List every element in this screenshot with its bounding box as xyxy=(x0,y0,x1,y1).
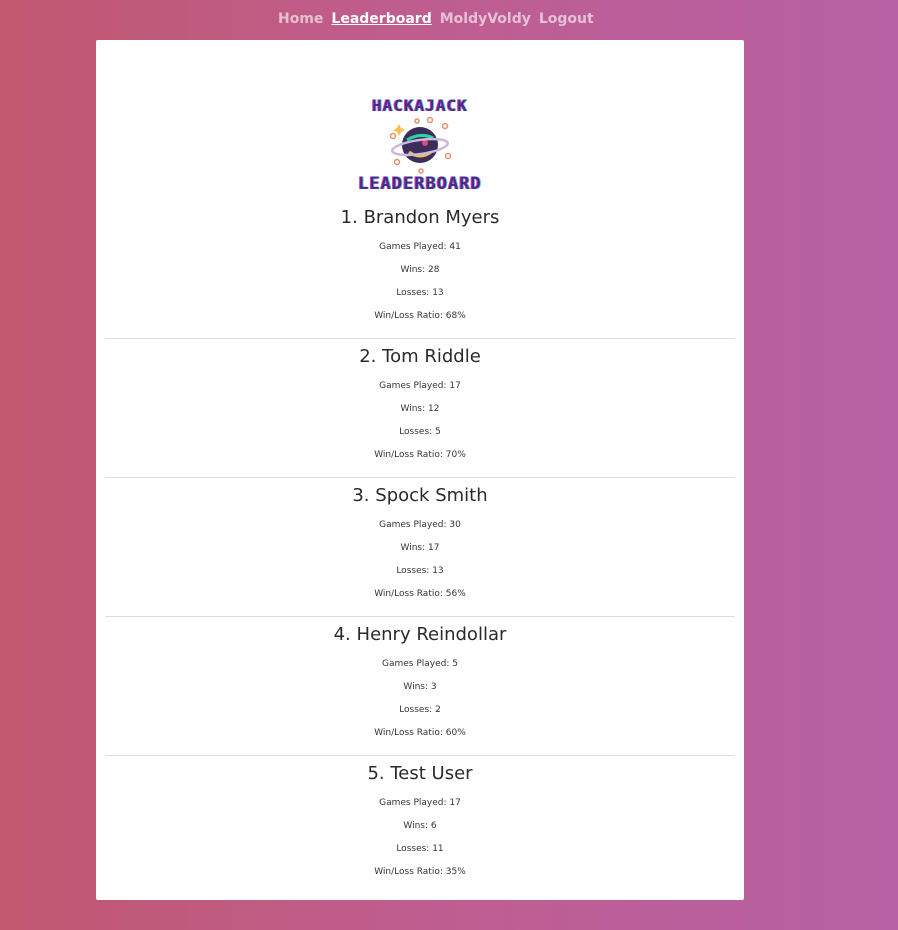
win-loss-ratio-label: Win/Loss Ratio: xyxy=(374,450,443,460)
leaderboard-entry: 3. Spock Smith Games Played: 30 Wins: 17… xyxy=(105,478,735,617)
wins-value: 17 xyxy=(428,543,440,553)
win-loss-ratio-label: Win/Loss Ratio: xyxy=(374,589,443,599)
leaderboard-entry: 5. Test User Games Played: 17 Wins: 6 Lo… xyxy=(105,756,735,894)
wins-value: 3 xyxy=(430,682,437,692)
leaderboard-entry: 1. Brandon Myers Games Played: 41 Wins: … xyxy=(105,200,735,339)
games-played-stat: Games Played: 41 xyxy=(105,236,735,259)
win-loss-ratio-value: 35% xyxy=(445,867,466,877)
planet-icon xyxy=(389,116,452,174)
win-loss-ratio-value: 60% xyxy=(445,728,466,738)
games-played-label: Games Played: xyxy=(379,520,447,530)
player-name-heading: 3. Spock Smith xyxy=(105,478,735,507)
wins-stat: Wins: 12 xyxy=(105,398,735,421)
wins-label: Wins: xyxy=(400,265,426,275)
losses-value: 2 xyxy=(435,705,441,715)
wins-label: Wins: xyxy=(403,682,429,692)
player-name: Spock Smith xyxy=(375,485,488,506)
leaderboard-list: 1. Brandon Myers Games Played: 41 Wins: … xyxy=(105,200,735,894)
logo-title-top: HACKAJACK xyxy=(372,96,468,115)
wins-stat: Wins: 6 xyxy=(105,815,735,838)
games-played-stat: Games Played: 17 xyxy=(105,375,735,398)
player-rank: 4. xyxy=(333,624,351,645)
losses-label: Losses: xyxy=(396,844,430,854)
losses-label: Losses: xyxy=(396,566,430,576)
wins-value: 28 xyxy=(428,265,440,275)
losses-value: 5 xyxy=(435,427,441,437)
logo-title-bottom: LEADERBOARD xyxy=(358,174,482,194)
losses-stat: Losses: 11 xyxy=(105,838,735,861)
losses-stat: Losses: 2 xyxy=(105,699,735,722)
win-loss-ratio-label: Win/Loss Ratio: xyxy=(374,311,443,321)
win-loss-ratio-stat: Win/Loss Ratio: 35% xyxy=(105,861,735,884)
player-name: Brandon Myers xyxy=(363,207,500,228)
games-played-stat: Games Played: 30 xyxy=(105,514,735,537)
player-name-heading: 1. Brandon Myers xyxy=(105,200,735,229)
leaderboard-card: HACKAJACK LEADERBOARD 1. Brandon Myers G… xyxy=(96,40,744,900)
player-name: Test User xyxy=(390,763,473,784)
leaderboard-entry: 2. Tom Riddle Games Played: 17 Wins: 12 … xyxy=(105,339,735,478)
player-name: Henry Reindollar xyxy=(356,624,507,645)
leaderboard-entry: 4. Henry Reindollar Games Played: 5 Wins… xyxy=(105,617,735,756)
wins-stat: Wins: 28 xyxy=(105,259,735,282)
win-loss-ratio-label: Win/Loss Ratio: xyxy=(374,728,443,738)
nav-home-link[interactable]: Home xyxy=(278,9,323,29)
losses-label: Losses: xyxy=(396,288,430,298)
wins-label: Wins: xyxy=(400,543,426,553)
losses-stat: Losses: 5 xyxy=(105,421,735,444)
win-loss-ratio-value: 70% xyxy=(445,450,466,460)
losses-value: 13 xyxy=(432,288,444,298)
games-played-label: Games Played: xyxy=(379,381,447,391)
wins-value: 6 xyxy=(430,821,437,831)
losses-label: Losses: xyxy=(399,705,433,715)
top-nav: Home Leaderboard MoldyVoldy Logout xyxy=(278,9,594,29)
losses-value: 13 xyxy=(432,566,444,576)
nav-moldyvoldy-link[interactable]: MoldyVoldy xyxy=(440,9,531,29)
games-played-label: Games Played: xyxy=(379,242,447,252)
games-played-value: 5 xyxy=(452,659,458,669)
nav-leaderboard-link[interactable]: Leaderboard xyxy=(331,9,431,29)
player-rank: 2. xyxy=(359,346,377,367)
player-name-heading: 2. Tom Riddle xyxy=(105,339,735,368)
games-played-stat: Games Played: 5 xyxy=(105,653,735,676)
player-rank: 1. xyxy=(340,207,358,228)
losses-stat: Losses: 13 xyxy=(105,560,735,583)
player-name: Tom Riddle xyxy=(382,346,481,367)
games-played-value: 17 xyxy=(449,381,461,391)
games-played-stat: Games Played: 17 xyxy=(105,792,735,815)
player-name-heading: 4. Henry Reindollar xyxy=(105,617,735,646)
wins-label: Wins: xyxy=(400,404,426,414)
wins-stat: Wins: 3 xyxy=(105,676,735,699)
nav-logout-link[interactable]: Logout xyxy=(539,9,594,29)
losses-stat: Losses: 13 xyxy=(105,282,735,305)
player-rank: 5. xyxy=(367,763,385,784)
games-played-label: Games Played: xyxy=(381,659,450,669)
win-loss-ratio-stat: Win/Loss Ratio: 60% xyxy=(105,722,735,745)
win-loss-ratio-stat: Win/Loss Ratio: 56% xyxy=(105,583,735,606)
win-loss-ratio-stat: Win/Loss Ratio: 68% xyxy=(105,305,735,328)
games-played-value: 17 xyxy=(449,798,461,808)
wins-value: 12 xyxy=(428,404,440,414)
losses-value: 11 xyxy=(432,844,444,854)
losses-label: Losses: xyxy=(399,427,433,437)
hackajack-logo: HACKAJACK LEADERBOARD xyxy=(96,96,744,196)
wins-stat: Wins: 17 xyxy=(105,537,735,560)
player-name-heading: 5. Test User xyxy=(105,756,735,785)
win-loss-ratio-label: Win/Loss Ratio: xyxy=(374,867,443,877)
games-played-value: 41 xyxy=(449,242,461,252)
games-played-label: Games Played: xyxy=(379,798,447,808)
win-loss-ratio-value: 68% xyxy=(445,311,466,321)
player-rank: 3. xyxy=(352,485,370,506)
wins-label: Wins: xyxy=(403,821,429,831)
win-loss-ratio-value: 56% xyxy=(445,589,466,599)
win-loss-ratio-stat: Win/Loss Ratio: 70% xyxy=(105,444,735,467)
games-played-value: 30 xyxy=(449,520,461,530)
